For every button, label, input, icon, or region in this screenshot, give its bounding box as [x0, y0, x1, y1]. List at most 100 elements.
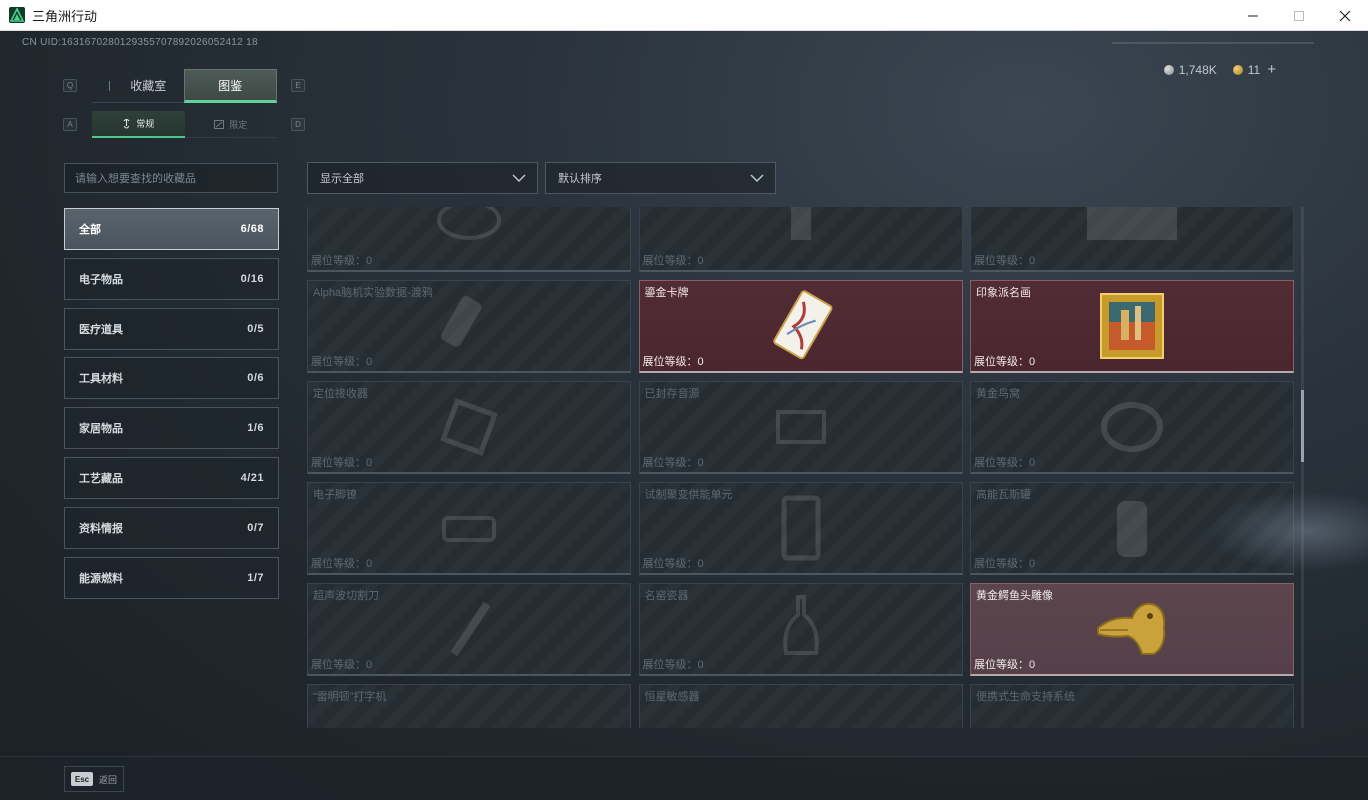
category-medical[interactable]: 医疗道具 0/5 — [64, 307, 279, 350]
category-crafts[interactable]: 工艺藏品 4/21 — [64, 456, 279, 499]
subtab-regular[interactable]: 常规 — [92, 111, 185, 138]
item-name: 黄金鳄鱼头雕像 — [976, 590, 1053, 602]
dropdown-value: 默认排序 — [558, 173, 602, 185]
category-all[interactable]: 全部 6/68 — [64, 208, 279, 250]
item-silhouette-icon — [450, 601, 491, 657]
search-placeholder: 请输入想要查找的收藏品 — [75, 173, 196, 185]
back-label: 返回 — [99, 774, 118, 785]
tab-label: 图鉴 — [218, 78, 243, 93]
tab-catalog[interactable]: 图鉴 — [183, 69, 277, 103]
category-electronics[interactable]: 电子物品 0/16 — [64, 257, 279, 300]
subtab-prev-key-hint: A — [63, 118, 77, 131]
item-level: 展位等级：0 — [642, 659, 704, 671]
item-name: 高能瓦斯罐 — [976, 489, 1031, 501]
item-name: 超声波切割刀 — [313, 590, 379, 602]
collection-item[interactable]: 恒星敏感器 — [638, 684, 963, 728]
item-name: 印象派名画 — [976, 287, 1031, 299]
gilded-card-icon — [772, 290, 832, 360]
collection-screen: CN UID:1631670280129355707892026052412 1… — [0, 31, 1368, 800]
subtab-label: 限定 — [229, 119, 248, 130]
item-level: 展位等级：0 — [642, 356, 704, 368]
collection-item[interactable]: 黄金鸟窝 展位等级：0 — [970, 381, 1294, 474]
collection-item[interactable]: 已封存音源 展位等级：0 — [638, 381, 963, 474]
app-logo-icon — [9, 7, 25, 23]
item-level: 展位等级：0 — [974, 356, 1036, 368]
item-silhouette-icon — [441, 296, 482, 347]
tab-prev-key-hint: Q — [63, 79, 77, 92]
collection-item[interactable]: 名窑瓷器 展位等级：0 — [638, 583, 963, 676]
category-label: 能源燃料 — [79, 572, 123, 585]
back-button[interactable]: Esc 返回 — [64, 766, 124, 792]
item-level: 展位等级：0 — [311, 558, 373, 570]
dropdown-value: 显示全部 — [320, 173, 364, 185]
category-count: 0/5 — [247, 322, 264, 335]
category-count: 0/16 — [240, 272, 264, 285]
display-filter-dropdown[interactable]: 显示全部 — [307, 162, 538, 194]
collection-item[interactable]: 便携式生命支持系统 — [970, 684, 1294, 728]
collection-item[interactable]: “雷明顿”打字机 — [307, 684, 631, 728]
collection-item[interactable]: 电子脚镣 展位等级：0 — [307, 482, 631, 575]
subtab-next-key-hint: D — [291, 118, 305, 131]
category-energy[interactable]: 能源燃料 1/7 — [64, 556, 279, 599]
minimize-button[interactable] — [1230, 0, 1276, 31]
minimize-icon — [1248, 15, 1258, 16]
tab-separator — [109, 80, 111, 91]
category-label: 工艺藏品 — [79, 472, 123, 485]
maximize-icon — [1294, 10, 1304, 21]
item-level: 展位等级：0 — [311, 659, 373, 671]
chevron-down-icon — [512, 174, 526, 182]
item-name: Alpha脑机实验数据-渡鸦 — [313, 287, 433, 299]
item-silhouette-icon — [775, 410, 826, 444]
sub-tabs: 常规 限定 — [92, 111, 277, 138]
collection-item[interactable]: 试制聚变供能单元 展位等级：0 — [638, 482, 963, 575]
item-level: 展位等级：0 — [311, 356, 373, 368]
subtab-limited[interactable]: 限定 — [184, 111, 277, 138]
collection-item[interactable]: 展位等级：0 — [307, 207, 631, 272]
currency-bar: 1,748K 11 + — [1163, 61, 1276, 78]
item-level: 展位等级：0 — [974, 255, 1036, 267]
collection-item-owned[interactable]: 印象派名画 展位等级：0 — [970, 280, 1294, 373]
footer-bar: Esc 返回 — [0, 756, 1368, 800]
collection-item-owned[interactable]: 鎏金卡牌 展位等级：0 — [638, 280, 963, 373]
collection-item[interactable]: 高能瓦斯罐 展位等级：0 — [970, 482, 1294, 575]
tab-collection-room[interactable]: 收藏室 — [92, 69, 184, 103]
category-label: 全部 — [79, 224, 101, 236]
item-level: 展位等级：0 — [974, 457, 1036, 469]
category-count: 1/6 — [247, 422, 264, 435]
category-list: 全部 6/68 电子物品 0/16 医疗道具 0/5 工具材料 0/6 家居物品 1/6 … — [64, 208, 279, 606]
collection-item[interactable]: 定位接收器 展位等级：0 — [307, 381, 631, 474]
sort-dropdown[interactable]: 默认排序 — [545, 162, 776, 194]
collection-item[interactable]: 展位等级：0 — [638, 207, 963, 272]
scrollbar-thumb[interactable] — [1301, 390, 1304, 462]
close-button[interactable] — [1322, 0, 1368, 31]
maximize-button[interactable] — [1276, 0, 1322, 31]
item-silhouette-icon — [781, 495, 820, 561]
item-name: “雷明顿”打字机 — [313, 691, 387, 703]
category-label: 工具材料 — [79, 373, 123, 386]
category-household[interactable]: 家居物品 1/6 — [64, 407, 279, 450]
collection-item[interactable]: 超声波切割刀 展位等级：0 — [307, 583, 631, 676]
item-name: 电子脚镣 — [313, 489, 357, 501]
search-input[interactable]: 请输入想要查找的收藏品 — [64, 163, 278, 193]
window-titlebar: 三角洲行动 — [0, 0, 1368, 31]
collection-item-owned[interactable]: 黄金鳄鱼头雕像 展位等级：0 — [970, 583, 1294, 676]
item-level: 展位等级：0 — [642, 255, 704, 267]
grid-scrollbar[interactable] — [1301, 207, 1304, 728]
collection-item[interactable]: Alpha脑机实验数据-渡鸦 展位等级：0 — [307, 280, 631, 373]
item-name: 名窑瓷器 — [644, 590, 689, 602]
category-intel[interactable]: 资料情报 0/7 — [64, 506, 279, 549]
item-silhouette-icon — [782, 595, 819, 655]
category-tools[interactable]: 工具材料 0/6 — [64, 357, 279, 400]
category-label: 家居物品 — [79, 423, 123, 436]
add-currency-button[interactable]: + — [1267, 61, 1276, 78]
item-name: 便携式生命支持系统 — [976, 691, 1075, 703]
item-level: 展位等级：0 — [311, 255, 373, 267]
category-count: 1/7 — [247, 571, 264, 584]
tab-label: 收藏室 — [130, 79, 167, 93]
collection-item[interactable]: 展位等级：0 — [970, 207, 1294, 272]
silver-coin-icon — [1163, 64, 1174, 75]
item-name: 试制聚变供能单元 — [644, 489, 733, 501]
category-count: 4/21 — [240, 471, 264, 484]
item-silhouette-icon — [437, 207, 501, 240]
item-name: 已封存音源 — [644, 388, 700, 400]
